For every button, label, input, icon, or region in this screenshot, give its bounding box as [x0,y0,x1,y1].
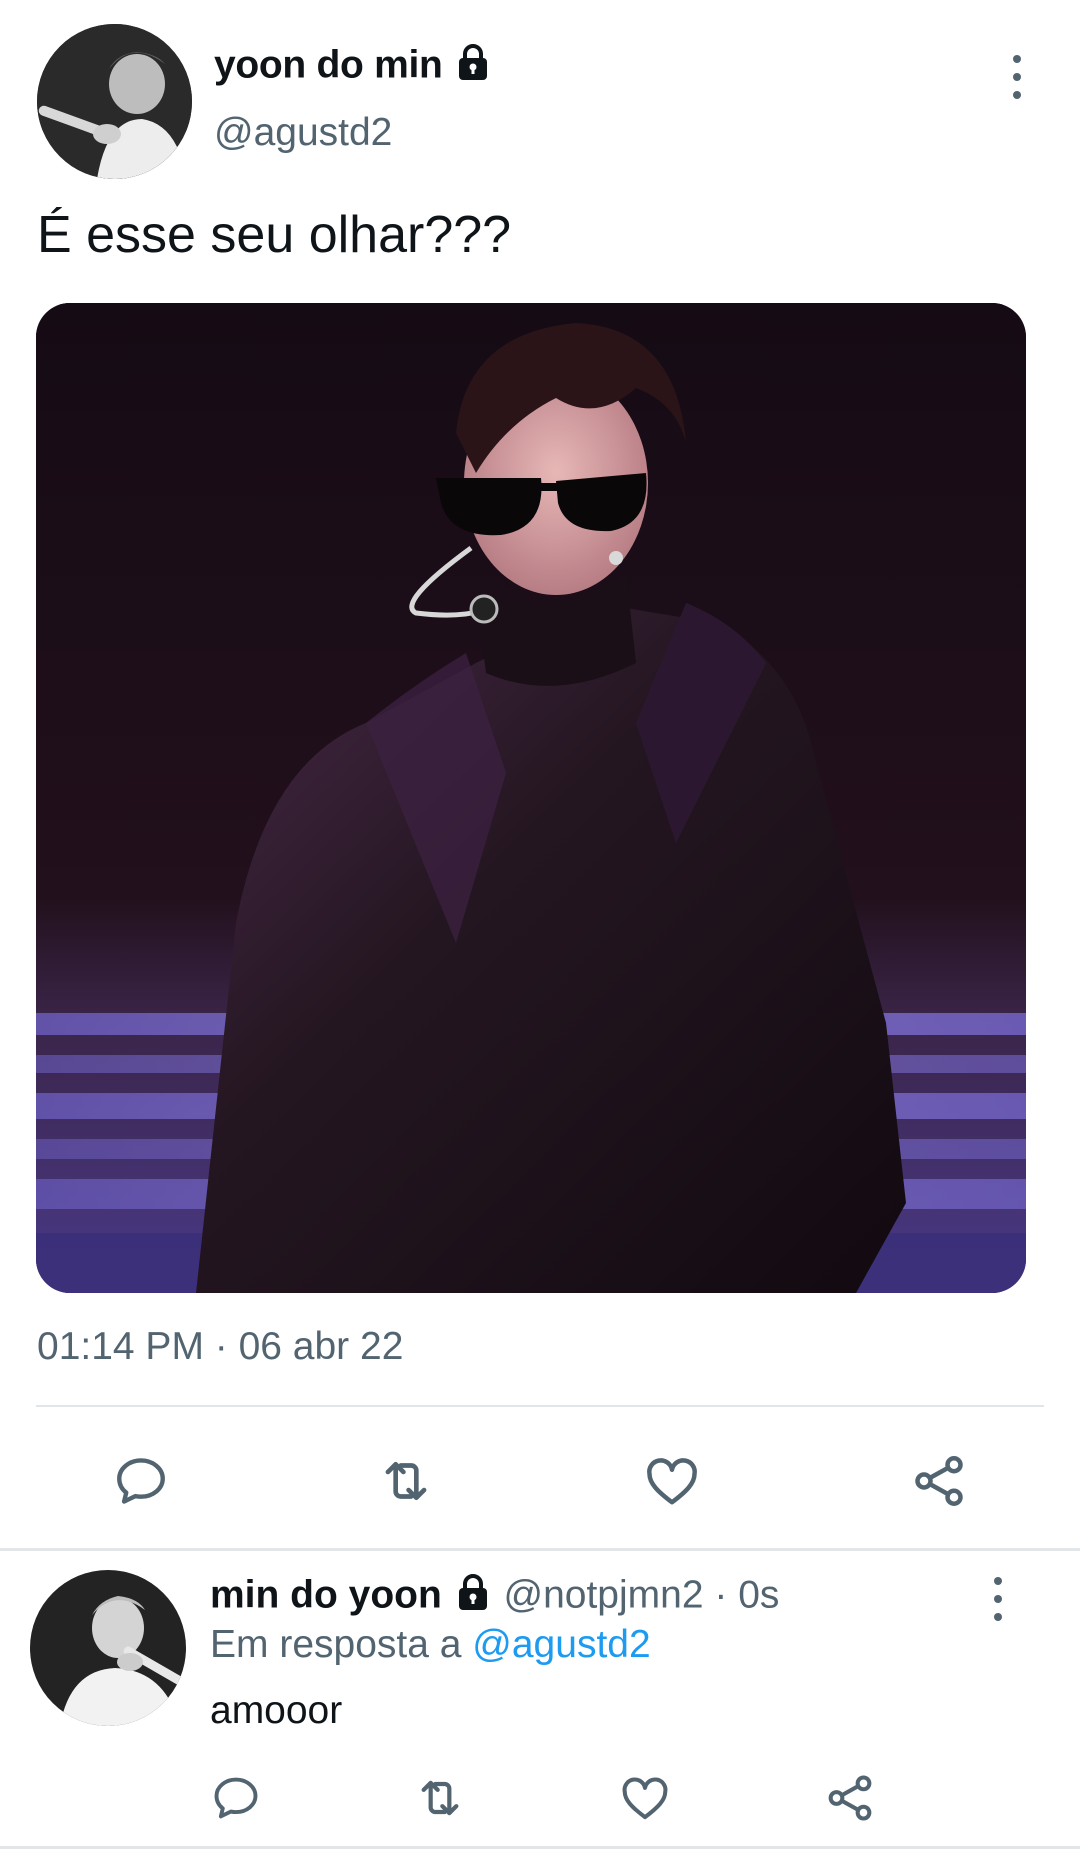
reply-header: min do yoon @notpjmn2 · 0s [210,1572,779,1622]
more-options-icon[interactable] [1007,55,1027,99]
replying-to-label: Em resposta a [210,1623,473,1666]
like-button[interactable] [641,1450,703,1512]
heart-icon [622,1777,668,1820]
retweet-button[interactable] [375,1450,437,1512]
display-name: yoon do min [214,43,443,87]
reply-text: amooor [210,1689,343,1732]
reply-icon [214,1777,258,1819]
separator-dot: · [703,1573,739,1617]
tweet-media-image[interactable] [36,303,1026,1293]
tweet-timestamp[interactable]: 01:14 PM · 06 abr 22 [37,1325,403,1369]
reply-button[interactable] [110,1450,172,1512]
share-button[interactable] [908,1450,970,1512]
replying-to: Em resposta a @agustd2 [210,1623,651,1667]
heart-icon [647,1458,697,1505]
retweet-icon [421,1780,459,1816]
share-icon [915,1456,963,1506]
share-icon [828,1775,872,1821]
tweet-text: É esse seu olhar??? [37,206,512,264]
reply-more-options-icon[interactable] [988,1577,1008,1621]
replying-to-mention[interactable]: @agustd2 [472,1623,650,1666]
performer-photo [36,303,1026,1293]
reply-handle[interactable]: @notpjmn2 [504,1573,704,1616]
reply-like-button[interactable] [617,1770,673,1826]
section-divider [0,1548,1080,1551]
reply-time[interactable]: 0s [738,1573,779,1616]
handle[interactable]: @agustd2 [214,111,392,155]
reply-icon [117,1458,165,1504]
reply-reply-button[interactable] [208,1770,264,1826]
avatar[interactable] [37,24,192,179]
reply-retweet-button[interactable] [412,1770,468,1826]
bottom-divider [0,1846,1080,1849]
main-tweet: yoon do min @agustd2 É esse seu olhar??? [0,0,1080,1548]
lock-icon [453,1572,493,1622]
display-name-row[interactable]: yoon do min [214,42,493,92]
reply-display-name[interactable]: min do yoon [210,1573,442,1616]
avatar-image [30,1570,186,1726]
lock-icon [453,42,493,92]
divider [36,1405,1044,1407]
reply-avatar[interactable] [30,1570,186,1726]
retweet-icon [385,1461,427,1501]
avatar-image [37,24,192,179]
reply-share-button[interactable] [822,1770,878,1826]
